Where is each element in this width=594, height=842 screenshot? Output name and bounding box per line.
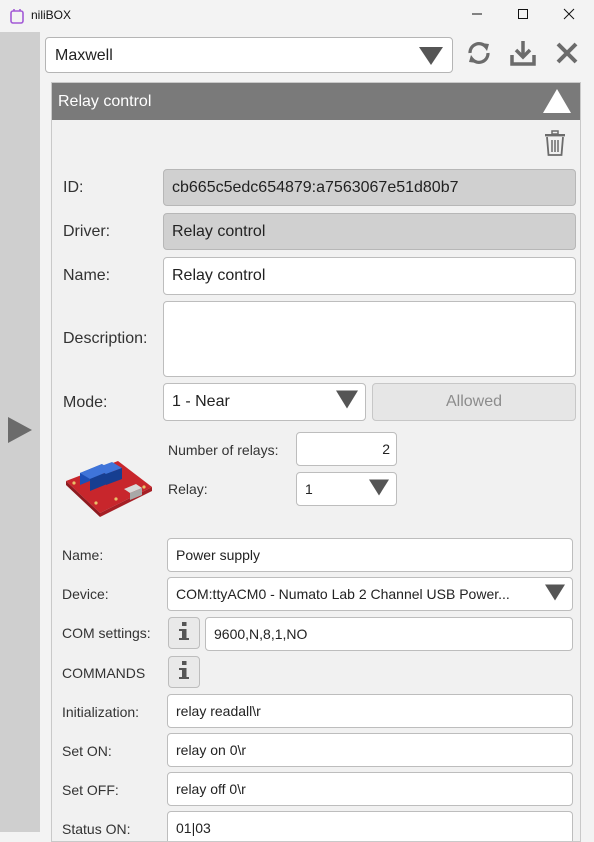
relay-name-field[interactable]: Power supply [167,538,573,572]
commands-label: COMMANDS [62,665,146,681]
maximize-icon [517,7,529,25]
set-on-label: Set ON: [62,743,112,759]
set-off-label: Set OFF: [62,782,119,798]
download-icon [509,39,537,72]
profile-select[interactable]: Maxwell [45,37,453,73]
device-select[interactable]: COM:ttyACM0 - Numato Lab 2 Channel USB P… [167,577,573,611]
app-icon [10,8,24,29]
status-on-value: 01|03 [176,820,211,836]
com-settings-field[interactable]: 9600,N,8,1,NO [205,617,573,651]
allowed-label: Allowed [445,393,503,410]
relay-select[interactable]: 1 [296,472,397,506]
device-label: Device: [62,586,109,602]
description-label: Description: [63,330,148,347]
set-on-field[interactable]: relay on 0\r [167,733,573,767]
minimize-button[interactable] [454,0,500,32]
status-on-label: Status ON: [62,821,131,837]
expand-right-icon[interactable] [6,415,34,450]
com-settings-value: 9600,N,8,1,NO [214,626,308,642]
refresh-icon [466,40,492,71]
id-value: cb665c5edc654879:a7563067e51d80b7 [172,178,459,196]
status-on-field[interactable]: 01|03 [167,811,573,841]
mode-select[interactable]: 1 - Near [163,383,366,421]
mode-label: Mode: [63,394,108,411]
description-field[interactable] [163,301,576,377]
set-off-value: relay off 0\r [176,781,246,797]
window-close-button[interactable] [546,0,592,32]
name-field[interactable]: Relay control [163,257,576,295]
close-profile-button[interactable] [552,40,582,70]
window-title: niliBOX [31,8,72,22]
trash-icon[interactable] [544,130,566,161]
allowed-button[interactable]: Allowed [372,383,576,421]
relay-value: 1 [305,481,313,497]
card-title: Relay control [58,93,152,110]
mode-value: 1 - Near [172,393,230,410]
relay-label: Relay: [168,481,208,497]
id-field: cb665c5edc654879:a7563067e51d80b7 [163,169,576,206]
set-on-value: relay on 0\r [176,742,247,758]
name-value: Relay control [172,267,266,284]
init-field[interactable]: relay readall\r [167,694,573,728]
chevron-down-icon [335,390,359,415]
side-panel[interactable] [0,32,40,832]
info-icon [177,660,191,685]
device-card: Relay control ID: cb665c5edc654879:a7563… [51,82,581,842]
relays-count-label: Number of relays: [168,442,279,458]
commands-info-button[interactable] [168,656,200,688]
relay-name-label: Name: [62,547,104,563]
chevron-down-icon [544,584,566,605]
relays-count-field[interactable]: 2 [296,432,397,466]
com-settings-info-button[interactable] [168,617,200,649]
maximize-button[interactable] [500,0,546,32]
relay-board-image [60,443,156,528]
card-header[interactable]: Relay control [52,83,580,120]
window-titlebar: niliBOX [0,0,594,32]
minimize-icon [471,7,483,25]
relay-name-value: Power supply [176,547,261,563]
set-off-field[interactable]: relay off 0\r [167,772,573,806]
init-value: relay readall\r [176,703,261,719]
com-settings-label: COM settings: [62,625,151,641]
relays-count-value: 2 [382,441,390,457]
chevron-down-icon [418,46,444,71]
info-icon [177,621,191,646]
close-icon [563,7,575,25]
driver-label: Driver: [63,223,111,240]
chevron-down-icon [368,479,390,500]
profile-select-value: Maxwell [55,47,113,64]
close-icon [555,41,579,70]
driver-value: Relay control [172,222,266,240]
collapse-up-icon[interactable] [542,87,572,120]
init-label: Initialization: [62,704,140,720]
device-value: COM:ttyACM0 - Numato Lab 2 Channel USB P… [176,586,510,602]
driver-field: Relay control [163,213,576,250]
main-area: Maxwell Relay control ID: cb665c5edc6548… [40,32,594,842]
refresh-button[interactable] [464,40,494,70]
download-button[interactable] [508,40,538,70]
id-label: ID: [63,179,84,196]
name-label: Name: [63,267,111,284]
